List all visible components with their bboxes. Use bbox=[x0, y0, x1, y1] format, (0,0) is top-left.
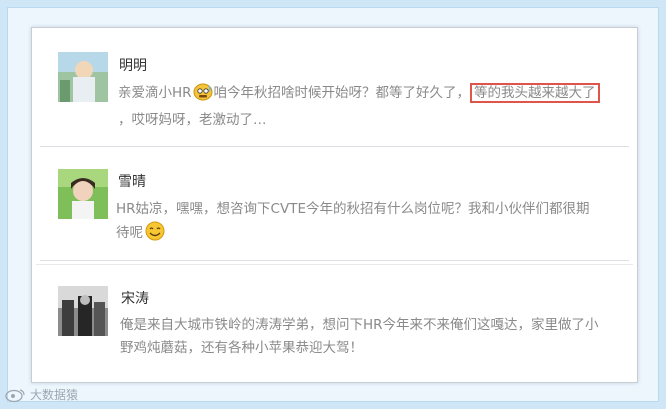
weibo-icon bbox=[5, 388, 27, 405]
divider bbox=[40, 260, 629, 261]
sweat-emoji-icon bbox=[193, 83, 213, 109]
comment-item: 明明 亲爱滴小HR 咱今年秋招啥时候开始呀？都等了好久了， 等的我头越来越大了 ，哎… bbox=[32, 28, 637, 146]
comment-text-part: 亲爱滴小HR bbox=[118, 85, 192, 101]
comment-text-line2: 待呢 bbox=[116, 225, 143, 241]
comment-text: 俺是来自大城市铁岭的涛涛学弟，想问下HR今年来不来俺们这嘎达，家里做了小 野鸡炖… bbox=[120, 314, 599, 360]
comment-text-part: 咱今年秋招啥时候开始呀？都等了好久了， bbox=[213, 85, 471, 101]
watermark-text: 大数据猿 bbox=[30, 388, 79, 402]
avatar[interactable] bbox=[58, 169, 108, 219]
comment-item: 雪晴 HR姑凉，嘿嘿，想咨询下CVTE今年的秋招有什么岗位呢？我和小伙伴们都很期… bbox=[32, 147, 637, 260]
avatar[interactable] bbox=[58, 286, 108, 336]
comment-text-line1: HR姑凉，嘿嘿，想咨询下CVTE今年的秋招有什么岗位呢？我和小伙伴们都很期 bbox=[116, 201, 590, 217]
avatar-image bbox=[58, 52, 108, 102]
comment-text-line2: ，哎呀妈呀，老激动了… bbox=[118, 112, 267, 128]
comment-card: 明明 亲爱滴小HR 咱今年秋招啥时候开始呀？都等了好久了， 等的我头越来越大了 ，哎… bbox=[31, 27, 638, 383]
avatar[interactable] bbox=[58, 52, 108, 102]
comment-author[interactable]: 宋涛 bbox=[121, 288, 149, 308]
smile-emoji-icon bbox=[144, 221, 166, 249]
avatar-image bbox=[58, 286, 108, 336]
comment-text: HR姑凉，嘿嘿，想咨询下CVTE今年的秋招有什么岗位呢？我和小伙伴们都很期 待呢 bbox=[116, 198, 589, 249]
comment-text-line2: 野鸡炖蘑菇，还有各种小苹果恭迎大驾！ bbox=[120, 340, 363, 356]
comment-text-line1: 俺是来自大城市铁岭的涛涛学弟，想问下HR今年来不来俺们这嘎达，家里做了小 bbox=[120, 317, 599, 333]
comment-text: 亲爱滴小HR 咱今年秋招啥时候开始呀？都等了好久了， 等的我头越来越大了 ，哎呀妈呀… bbox=[118, 82, 600, 132]
comment-item: 宋涛 俺是来自大城市铁岭的涛涛学弟，想问下HR今年来不来俺们这嘎达，家里做了小 … bbox=[32, 265, 637, 383]
watermark: 大数据猿 bbox=[5, 386, 78, 405]
avatar-image bbox=[58, 169, 108, 219]
comment-author[interactable]: 雪晴 bbox=[118, 171, 146, 191]
comment-author[interactable]: 明明 bbox=[119, 55, 147, 75]
highlighted-text: 等的我头越来越大了 bbox=[470, 83, 600, 103]
